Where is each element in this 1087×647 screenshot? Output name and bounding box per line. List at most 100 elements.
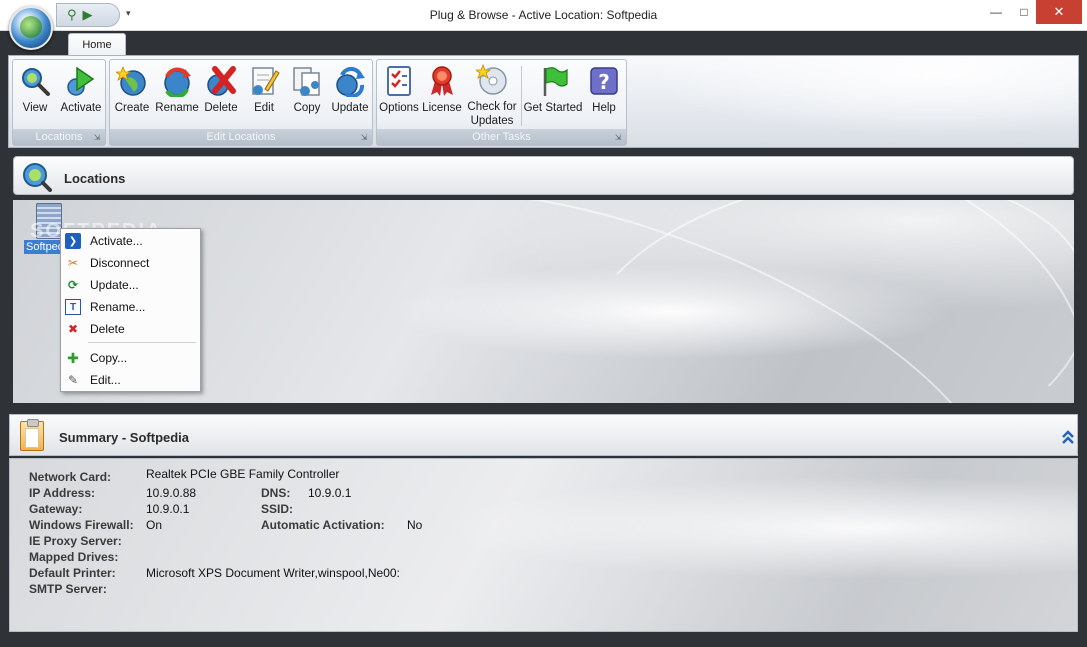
locations-header: Locations — [13, 156, 1074, 195]
edit-locations-launcher-icon[interactable]: ⇲ — [359, 133, 369, 143]
menu-item-rename[interactable]: T Rename... — [62, 296, 199, 318]
update-label: Update — [331, 102, 369, 114]
update-icon: ⟳ — [67, 278, 79, 292]
maximize-button[interactable]: □ — [1010, 0, 1038, 24]
ribbon-decoration — [598, 56, 1078, 147]
flag-icon — [536, 64, 570, 98]
smtp-server-key: SMTP Server: — [29, 582, 107, 596]
group-caption-edit-locations: Edit Locations — [110, 129, 372, 145]
create-label: Create — [114, 102, 150, 114]
check-for-updates-label: Check for Updates — [467, 101, 517, 127]
menu-item-update[interactable]: ⟳ Update... — [62, 274, 199, 296]
help-label: Help — [592, 102, 616, 114]
menu-item-label: Update... — [90, 278, 139, 292]
edit-icon — [247, 64, 281, 98]
ribbon: View Activate Locations ⇲ Create Rename — [8, 55, 1079, 148]
menu-item-label: Edit... — [90, 373, 121, 387]
copy-icon — [290, 64, 324, 98]
default-printer-value: Microsoft XPS Document Writer,winspool,N… — [146, 566, 400, 580]
dns-key: DNS: — [261, 486, 291, 500]
menu-separator — [88, 342, 196, 343]
delete-button[interactable]: Delete — [201, 62, 241, 128]
ssid-key: SSID: — [261, 502, 294, 516]
activate-button[interactable]: Activate — [58, 62, 104, 128]
windows-firewall-value: On — [146, 518, 163, 532]
get-started-button[interactable]: Get Started — [524, 62, 582, 128]
window-title: Plug & Browse - Active Location: Softped… — [429, 8, 658, 22]
edit-button[interactable]: Edit — [245, 62, 283, 128]
collapse-chevron-icon[interactable] — [1061, 429, 1075, 445]
copy-button[interactable]: Copy — [287, 62, 327, 128]
menu-item-copy[interactable]: ✚ Copy... — [62, 347, 199, 369]
copy-label: Copy — [293, 102, 321, 114]
windows-firewall-key: Windows Firewall: — [29, 518, 134, 532]
menu-item-label: Activate... — [90, 234, 143, 248]
view-button[interactable]: View — [16, 62, 54, 128]
locations-launcher-icon[interactable]: ⇲ — [92, 133, 102, 143]
update-button[interactable]: Update — [329, 62, 371, 128]
ip-address-value: 10.9.0.88 — [146, 486, 197, 500]
default-printer-key: Default Printer: — [29, 566, 116, 580]
gateway-key: Gateway: — [29, 502, 83, 516]
delete-icon: ✖ — [67, 322, 79, 336]
ribbon-group-edit-locations: Create Rename Delete Edit Copy Update Ed… — [109, 59, 373, 146]
rename-icon: T — [65, 299, 81, 315]
license-icon — [425, 64, 459, 98]
delete-icon — [204, 64, 238, 98]
delete-label: Delete — [204, 102, 238, 114]
group-caption-other-tasks: Other Tasks — [377, 129, 626, 145]
help-button[interactable]: ? Help — [587, 62, 621, 128]
gateway-value: 10.9.0.1 — [146, 502, 190, 516]
application-menu-button[interactable] — [9, 6, 53, 50]
license-button[interactable]: License — [422, 62, 462, 128]
ie-proxy-server-key: IE Proxy Server: — [29, 534, 122, 548]
summary-body: Network Card: Realtek PCIe GBE Family Co… — [9, 458, 1078, 632]
create-icon — [115, 64, 149, 98]
menu-item-activate[interactable]: ❯ Activate... — [62, 230, 199, 252]
activate-icon — [64, 64, 98, 98]
menu-item-disconnect[interactable]: ✂ Disconnect — [62, 252, 199, 274]
activate-label: Activate — [60, 102, 102, 114]
menu-item-delete[interactable]: ✖ Delete — [62, 318, 199, 340]
summary-header: Summary - Softpedia — [9, 414, 1078, 456]
rename-button[interactable]: Rename — [155, 62, 199, 128]
options-icon — [382, 64, 416, 98]
options-button[interactable]: Options — [379, 62, 419, 128]
help-icon: ? — [587, 64, 621, 98]
create-button[interactable]: Create — [112, 62, 152, 128]
edit-icon: ✎ — [67, 373, 79, 387]
update-icon — [333, 64, 367, 98]
view-label: View — [22, 102, 48, 114]
menu-item-label: Delete — [90, 322, 125, 336]
ip-address-key: IP Address: — [29, 486, 96, 500]
activate-icon: ❯ — [65, 233, 81, 249]
automatic-activation-key: Automatic Activation: — [261, 518, 385, 532]
menu-item-edit[interactable]: ✎ Edit... — [62, 369, 199, 391]
other-tasks-launcher-icon[interactable]: ⇲ — [613, 133, 623, 143]
tab-home[interactable]: Home — [68, 33, 126, 56]
mapped-drives-key: Mapped Drives: — [29, 550, 119, 564]
rename-icon — [160, 64, 194, 98]
svg-text:?: ? — [598, 70, 610, 94]
locations-search-icon — [22, 162, 52, 192]
dns-value: 10.9.0.1 — [308, 486, 352, 500]
automatic-activation-value: No — [407, 518, 423, 532]
check-updates-icon — [475, 64, 509, 96]
network-card-key: Network Card: — [29, 470, 112, 484]
ribbon-group-other-tasks: Options License Check for Updates Get St… — [376, 59, 627, 146]
close-button[interactable]: ✕ — [1036, 0, 1082, 24]
license-label: License — [422, 102, 462, 114]
clipboard-icon — [20, 419, 44, 451]
menu-item-label: Copy... — [90, 351, 128, 365]
ribbon-tab-strip: Home — [8, 31, 1079, 56]
ribbon-separator — [521, 66, 522, 126]
rename-label: Rename — [155, 102, 199, 114]
minimize-button[interactable]: — — [982, 0, 1010, 24]
ribbon-group-locations: View Activate Locations ⇲ — [12, 59, 106, 146]
summary-title: Summary - Softpedia — [59, 430, 190, 445]
context-menu: ❯ Activate... ✂ Disconnect ⟳ Update... T… — [60, 228, 201, 392]
title-bar: ⚲ ▶ ▾ Plug & Browse - Active Location: S… — [0, 0, 1087, 31]
view-icon — [18, 64, 52, 98]
check-for-updates-button[interactable]: Check for Updates — [465, 62, 519, 128]
edit-label: Edit — [254, 102, 274, 114]
